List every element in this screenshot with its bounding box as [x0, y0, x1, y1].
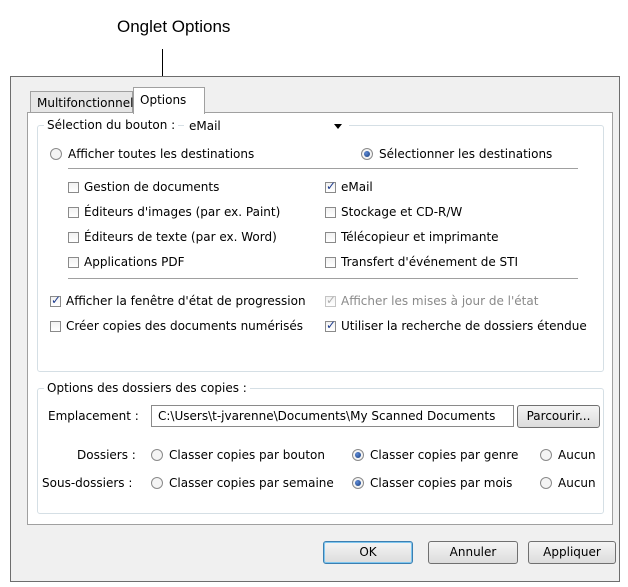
radio-label: Classer copies par genre — [370, 448, 519, 462]
destinations-group: Sélection du bouton : eMail Afficher tou… — [37, 117, 604, 372]
checkbox-box — [68, 206, 79, 218]
subfolders-label: Sous-dossiers : — [42, 476, 133, 490]
checkbox-box — [50, 320, 61, 332]
radio-label: Classer copies par mois — [370, 476, 513, 490]
checkbox-box — [325, 231, 336, 243]
options-dialog: Multifonctionnel Options Sélection du bo… — [10, 76, 620, 582]
checkbox-email[interactable]: eMail — [325, 179, 373, 194]
checkbox-label: Transfert d'événement de STI — [341, 255, 519, 269]
checkbox-label: Afficher la fenêtre d'état de progressio… — [66, 294, 306, 308]
checkbox-box — [325, 179, 336, 193]
radio-label: Aucun — [558, 448, 596, 462]
checkbox-progress-window[interactable]: Afficher la fenêtre d'état de progressio… — [50, 293, 306, 308]
radio-subfolders-none[interactable]: Aucun — [540, 476, 596, 490]
checkbox-label: Utiliser la recherche de dossiers étendu… — [341, 319, 587, 333]
radio-indicator — [540, 477, 552, 489]
checkbox-create-copies[interactable]: Créer copies des documents numérisés — [50, 319, 303, 333]
checkbox-label: Gestion de documents — [84, 180, 220, 194]
checkbox-gestion-documents[interactable]: Gestion de documents — [68, 180, 219, 194]
checkbox-label: Télécopieur et imprimante — [341, 230, 499, 244]
radio-folders-by-button[interactable]: Classer copies par bouton — [151, 448, 325, 462]
button-selection-dropdown[interactable]: eMail — [184, 117, 349, 136]
radio-label: Classer copies par semaine — [169, 476, 334, 490]
radio-select-label: Sélectionner les destinations — [379, 147, 553, 161]
radio-indicator — [352, 449, 364, 461]
radio-show-all-label: Afficher toutes les destinations — [68, 147, 255, 161]
radio-indicator — [361, 148, 373, 160]
radio-subfolders-by-month[interactable]: Classer copies par mois — [352, 476, 512, 490]
separator — [68, 278, 578, 279]
checkbox-label: Applications PDF — [84, 255, 185, 269]
location-input[interactable]: C:\Users\t-jvarenne\Documents\My Scanned… — [151, 405, 514, 427]
checkbox-box — [68, 181, 79, 193]
cancel-button[interactable]: Annuler — [428, 541, 518, 564]
apply-button[interactable]: Appliquer — [528, 541, 616, 564]
callout-label: Onglet Options — [117, 17, 231, 36]
checkbox-box — [68, 231, 79, 243]
chevron-down-icon — [334, 124, 342, 129]
button-selection-label: Sélection du bouton : — [44, 118, 179, 132]
checkbox-label: Éditeurs d'images (par ex. Paint) — [84, 205, 281, 219]
radio-label: Aucun — [558, 476, 596, 490]
checkbox-box — [325, 318, 336, 332]
checkbox-label: eMail — [341, 180, 373, 194]
checkbox-box — [68, 256, 79, 268]
radio-indicator — [50, 148, 62, 160]
checkbox-label: Afficher les mises à jour de l'état — [341, 294, 539, 308]
browse-button[interactable]: Parcourir... — [517, 405, 600, 428]
copies-legend: Options des dossiers des copies : — [44, 381, 250, 395]
radio-show-all-destinations[interactable]: Afficher toutes les destinations — [50, 147, 254, 161]
checkbox-editeurs-images[interactable]: Éditeurs d'images (par ex. Paint) — [68, 205, 280, 219]
location-label: Emplacement : — [48, 409, 139, 423]
radio-indicator — [151, 477, 163, 489]
options-tab-panel: Sélection du bouton : eMail Afficher tou… — [27, 112, 613, 525]
button-selection-value: eMail — [189, 119, 221, 133]
radio-folders-none[interactable]: Aucun — [540, 448, 596, 462]
checkbox-stockage-cd[interactable]: Stockage et CD-R/W — [325, 205, 462, 219]
checkbox-telecopieur-imprimante[interactable]: Télécopieur et imprimante — [325, 230, 499, 244]
radio-select-destinations[interactable]: Sélectionner les destinations — [361, 147, 552, 161]
ok-button[interactable]: OK — [323, 541, 413, 564]
folders-label: Dossiers : — [77, 448, 136, 462]
checkbox-box — [50, 293, 61, 307]
checkbox-label: Créer copies des documents numérisés — [66, 319, 304, 333]
checkbox-box — [325, 206, 336, 218]
checkbox-label: Éditeurs de texte (par ex. Word) — [84, 230, 277, 244]
separator — [68, 168, 578, 169]
radio-indicator — [151, 449, 163, 461]
checkbox-applications-pdf[interactable]: Applications PDF — [68, 255, 185, 269]
copies-folder-group: Options des dossiers des copies : Emplac… — [37, 381, 604, 514]
checkbox-status-updates[interactable]: Afficher les mises à jour de l'état — [325, 293, 539, 308]
radio-folders-by-type[interactable]: Classer copies par genre — [352, 448, 518, 462]
checkbox-editeurs-texte[interactable]: Éditeurs de texte (par ex. Word) — [68, 230, 277, 244]
checkbox-transfert-sti[interactable]: Transfert d'événement de STI — [325, 255, 518, 269]
radio-subfolders-by-week[interactable]: Classer copies par semaine — [151, 476, 334, 490]
checkbox-label: Stockage et CD-R/W — [341, 205, 463, 219]
checkbox-box — [325, 256, 336, 268]
tab-options[interactable]: Options — [133, 87, 205, 114]
radio-indicator — [540, 449, 552, 461]
radio-label: Classer copies par bouton — [169, 448, 325, 462]
radio-indicator — [352, 477, 364, 489]
checkbox-extended-folder-search[interactable]: Utiliser la recherche de dossiers étendu… — [325, 318, 587, 333]
checkbox-box — [325, 293, 336, 307]
tab-multifonctionnel[interactable]: Multifonctionnel — [30, 91, 133, 113]
